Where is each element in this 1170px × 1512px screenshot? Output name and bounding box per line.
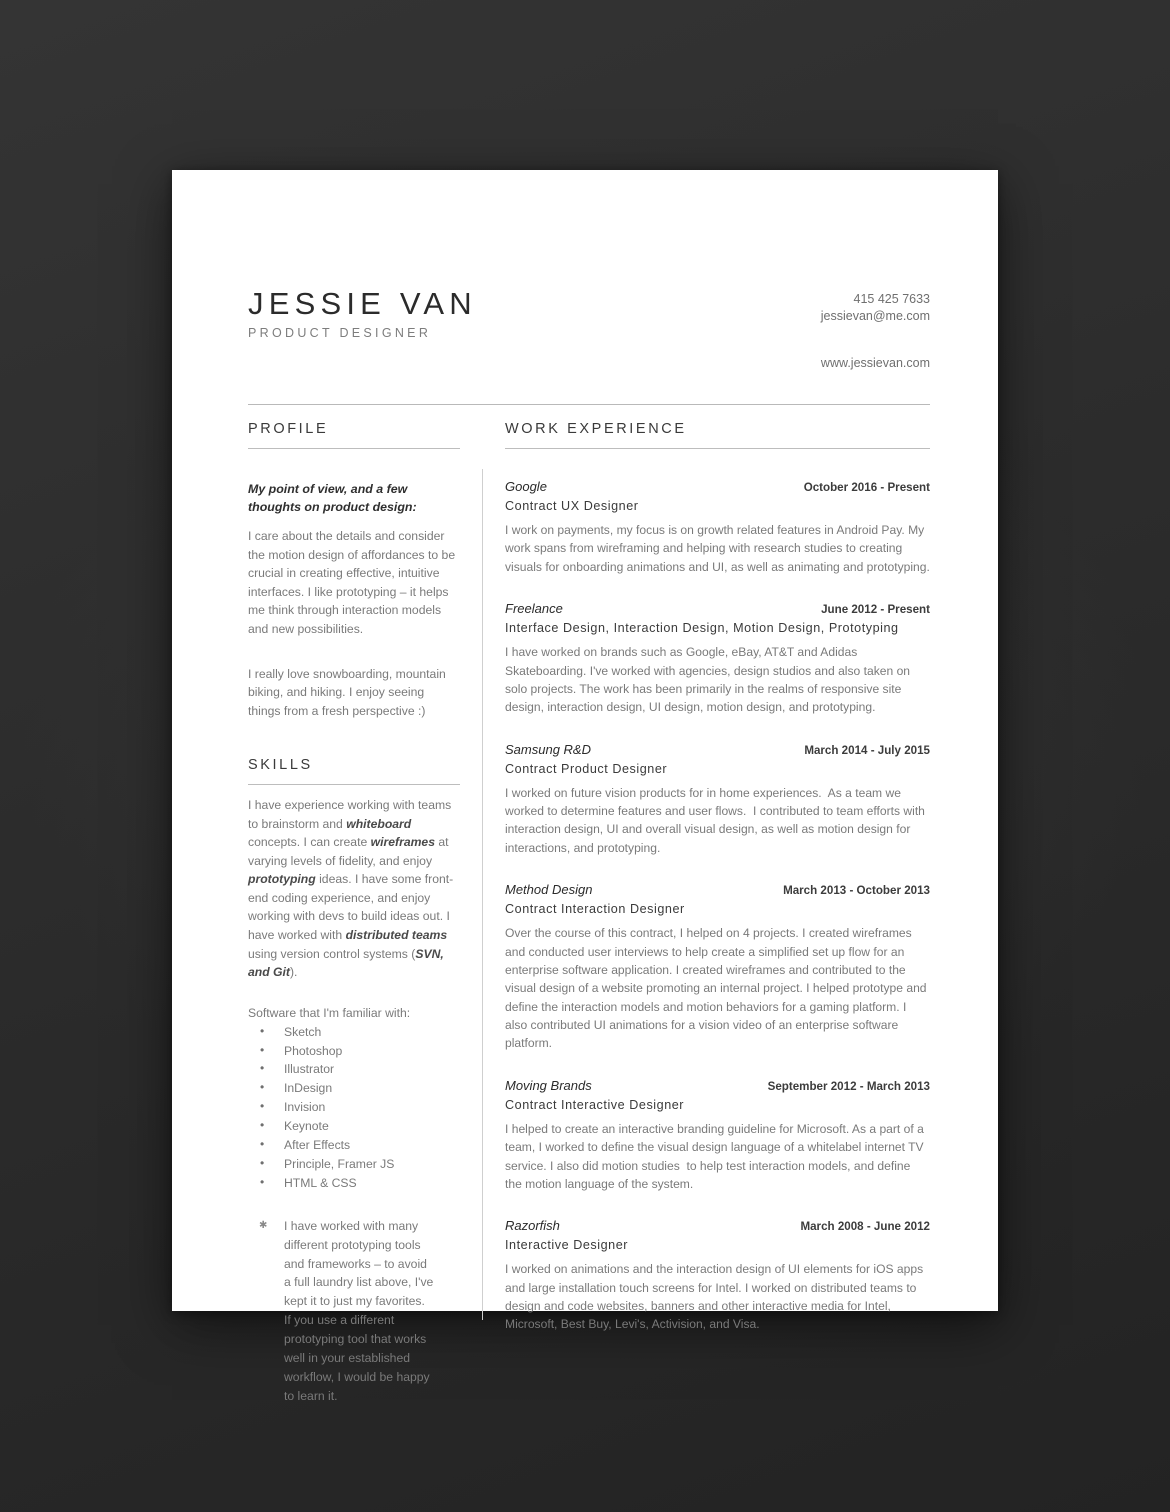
software-list-item: Principle, Framer JS [248,1154,460,1174]
work-entry-company: Google [505,479,547,494]
software-list-item: Keynote [248,1116,460,1136]
resume-page: JESSIE VAN PRODUCT DESIGNER 415 425 7633… [172,170,998,1403]
work-entry-dates: March 2008 - June 2012 [800,1220,930,1234]
work-entry-description: I worked on future vision products for i… [505,785,929,855]
work-entry-title: Contract Interaction Designer [505,902,685,917]
work-entry-dates: March 2013 - October 2013 [783,884,930,898]
contact-block: 415 425 7633 jessievan@me.com www.jessie… [821,291,930,372]
work-experience-list: Google October 2016 - Present Contract UX … [505,479,930,1334]
work-entry-header: Samsung R&D March 2014 - July 2015 [505,742,930,757]
contact-phone: 415 425 7633 [853,292,930,306]
work-entry-company: Samsung R&D [505,741,591,757]
work-entry-dates: March 2014 - July 2015 [804,743,930,757]
work-entry-company: Razorfish [505,1218,560,1234]
work-entry-header: Moving Brands September 2012 - March 2013 [505,1078,930,1093]
profile-paragraph-1: I care about the details and consider th… [248,529,456,636]
work-heading-rule [505,448,930,449]
contact-website[interactable]: www.jessievan.com [821,355,930,372]
profile-heading-rule [248,448,460,449]
software-list-item: Sketch [248,1022,460,1042]
contact-email[interactable]: jessievan@me.com [821,308,930,325]
work-entry-description: I helped to create an interactive brandi… [505,1121,928,1191]
work-entry-description: I work on payments, my focus is on growt… [505,523,930,574]
software-list-item: InDesign [248,1078,460,1098]
work-entry: Method Design March 2013 - October 2013 Co… [505,882,930,1053]
work-entry-description: I worked on animations and the interacti… [505,1262,927,1332]
profile-heading: PROFILE [248,421,329,437]
profile-paragraph-2: I really love snowboarding, mountain bik… [248,666,446,718]
work-entry-title: Contract Product Designer [505,761,668,776]
work-entry-title: Contract Interactive Designer [505,1097,685,1112]
skills-heading: SKILLS [248,757,313,774]
work-entry-title: Interface Design, Interaction Design, Mo… [505,621,899,636]
work-entry-dates: June 2012 - Present [821,603,930,617]
work-entry-header: Google October 2016 - Present [505,479,930,494]
work-entry: Moving Brands September 2012 - March 2013… [505,1078,930,1194]
work-entry-company: Method Design [505,882,593,898]
work-entry-dates: September 2012 - March 2013 [767,1079,930,1093]
skills-section: SKILLS I have experience working with te… [248,757,460,1406]
header-divider [248,404,930,405]
work-entry: Google October 2016 - Present Contract UX … [505,479,930,576]
work-entry-company: Moving Brands [505,1077,592,1093]
work-entry: Freelance June 2012 - Present Interface De… [505,601,930,717]
work-entry-company: Freelance [505,601,563,617]
work-entry: Razorfish March 2008 - June 2012 Interacti… [505,1218,930,1334]
software-list-item: After Effects [248,1135,460,1155]
software-list-item: HTML & CSS [248,1173,460,1193]
work-entry-title: Interactive Designer [505,1238,628,1253]
work-entry-title: Contract UX Designer [505,499,639,513]
software-list-item: Invision [248,1097,460,1117]
prototyping-note: I have worked with many different protot… [248,1217,434,1406]
software-list-item: Illustrator [248,1059,460,1079]
work-entry: Samsung R&D March 2014 - July 2015 Contrac… [505,742,930,858]
work-entry-description: I have worked on brands such as Google, … [505,645,914,715]
work-heading: WORK EXPERIENCE [505,421,687,437]
work-entry-dates: October 2016 - Present [803,481,930,494]
left-column: PROFILE My point of view, and a few thou… [248,421,460,1406]
column-divider [482,469,483,1320]
work-entry-header: Freelance June 2012 - Present [505,601,930,616]
software-list-item: Photoshop [248,1041,460,1061]
profile-lead: My point of view, and a few thoughts on … [248,482,417,514]
skills-paragraph: I have experience working with teams to … [248,798,454,980]
software-list: SketchPhotoshopIllustratorInDesignInvisi… [248,1022,460,1193]
skills-heading-rule [248,784,460,786]
resume-header: JESSIE VAN PRODUCT DESIGNER 415 425 7633… [248,287,930,388]
resume-body: PROFILE My point of view, and a few thou… [248,421,930,1406]
work-entry-header: Method Design March 2013 - October 2013 [505,882,930,897]
right-column: WORK EXPERIENCE Google October 2016 - Pre… [505,421,930,1406]
work-entry-description: Over the course of this contract, I help… [505,926,930,1051]
work-entry-header: Razorfish March 2008 - June 2012 [505,1218,930,1233]
software-label: Software that I'm familiar with: [248,1005,411,1020]
